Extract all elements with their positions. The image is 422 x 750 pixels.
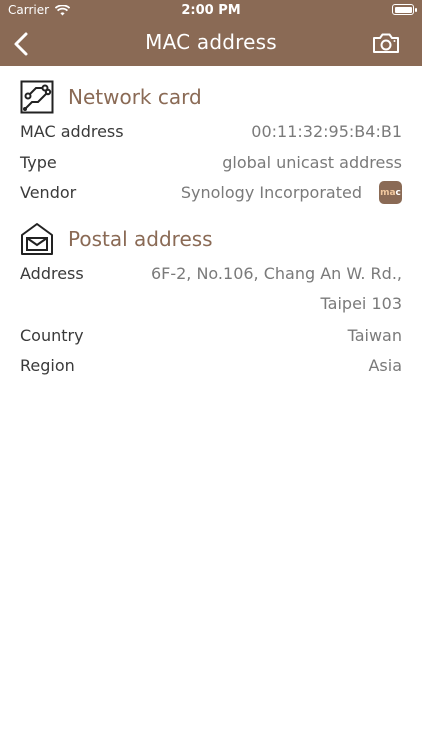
row-label: Type: [20, 153, 57, 172]
status-bar: Carrier 2:00 PM: [0, 0, 422, 22]
row-label: Vendor: [20, 183, 77, 202]
row-value-line1: 6F-2, No.106, Chang An W. Rd.,: [150, 264, 402, 283]
clock: 2:00 PM: [181, 3, 241, 18]
badge-text-a: ma: [380, 187, 396, 198]
row-label: MAC address: [20, 122, 124, 141]
mac-vendor-icon[interactable]: ma c: [379, 181, 402, 204]
type-row: Type global unicast address: [20, 149, 402, 177]
page-title: MAC address: [145, 30, 277, 54]
section-title: Postal address: [68, 227, 213, 251]
badge-text-b: c: [395, 187, 401, 198]
postal-address-heading: Postal address: [20, 221, 213, 257]
row-value: Synology Incorporated: [180, 183, 362, 202]
row-value: Asia: [368, 356, 402, 375]
camera-icon[interactable]: [372, 31, 400, 55]
row-label: Country: [20, 326, 84, 345]
mac-address-row: MAC address 00:11:32:95:B4:B1: [20, 118, 402, 146]
row-value: 00:11:32:95:B4:B1: [251, 122, 402, 141]
row-value: Taiwan: [347, 326, 402, 345]
row-value: global unicast address: [222, 153, 402, 172]
navigation-bar: MAC address: [0, 22, 422, 66]
battery-icon: [392, 4, 417, 15]
country-row: Country Taiwan: [20, 322, 402, 350]
network-card-heading: Network card: [20, 79, 202, 115]
mailbox-icon: [21, 223, 53, 255]
header-bar: Carrier 2:00 PM MAC address: [0, 0, 422, 66]
section-title: Network card: [68, 85, 202, 109]
row-label: Region: [20, 356, 75, 375]
region-row: Region Asia: [20, 352, 402, 380]
vendor-row[interactable]: Vendor Synology Incorporated ma c: [20, 179, 402, 207]
row-value-line2: Taipei 103: [320, 294, 402, 313]
row-label: Address: [20, 264, 84, 283]
circuit-board-icon: [20, 80, 54, 114]
address-row: Address 6F-2, No.106, Chang An W. Rd., T…: [20, 260, 402, 316]
